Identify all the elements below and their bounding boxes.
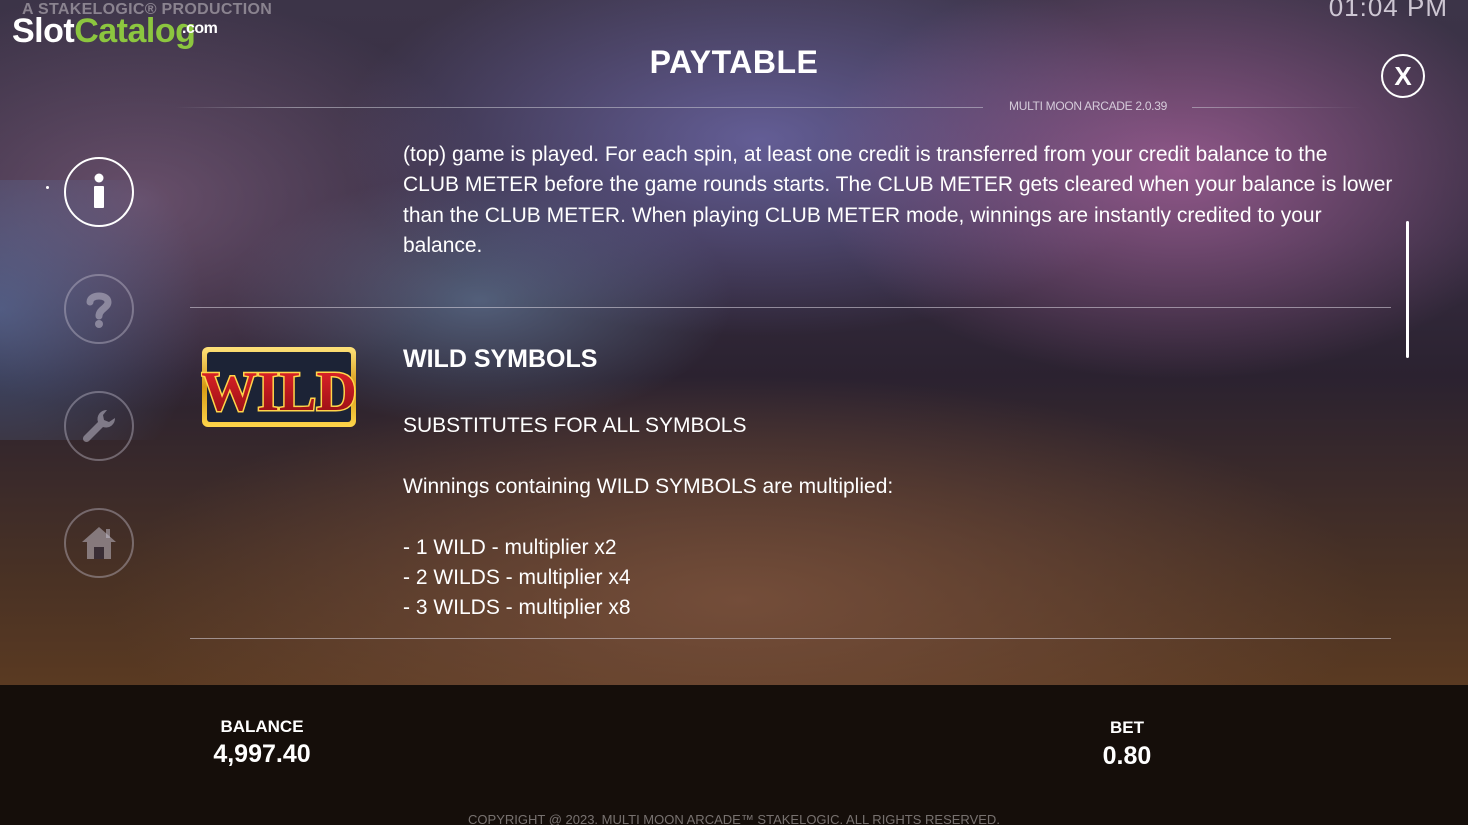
section-divider [190,638,1391,639]
multiplier-item: - 2 WILDS - multiplier x4 [403,566,631,589]
wild-section-title: WILD SYMBOLS [403,345,598,373]
balance-label: BALANCE [220,717,304,736]
wild-badge-text: WILD [201,361,357,423]
paragraph-line: CLUB METER before the game rounds starts… [403,173,1393,196]
scrollbar-thumb[interactable] [1406,221,1409,358]
divider-right [1192,107,1362,108]
page-title: PAYTABLE [649,44,819,80]
logo-com-text: .com [182,20,218,37]
wrench-icon [82,409,116,443]
paragraph-line: balance. [403,234,483,257]
close-button[interactable]: X [1381,54,1425,98]
copyright-text: COPYRIGHT @ 2023. MULTI MOON ARCADE™ STA… [468,812,1000,825]
wild-symbol-icon: WILD [201,347,357,427]
bet-value: 0.80 [1102,742,1152,770]
divider-left [175,107,983,108]
info-icon [94,173,104,208]
paragraph-line: than the CLUB METER. When playing CLUB M… [403,204,1322,227]
clock: 01:04 PM [1328,0,1448,22]
close-icon: X [1394,60,1412,91]
paragraph-line: (top) game is played. For each spin, at … [403,143,1328,166]
sidebar-item-help[interactable] [64,274,134,344]
balance-value: 4,997.40 [213,740,311,768]
sidebar-item-info[interactable] [64,157,134,227]
sidebar-item-settings[interactable] [64,391,134,461]
wild-intro: Winnings containing WILD SYMBOLS are mul… [403,475,894,498]
sidebar-item-home[interactable] [64,508,134,578]
active-indicator [46,186,49,189]
home-icon [82,527,116,559]
section-divider [190,307,1391,308]
wild-subtitle: SUBSTITUTES FOR ALL SYMBOLS [403,414,747,437]
multiplier-item: - 3 WILDS - multiplier x8 [403,596,631,619]
bet-label: BET [1110,718,1144,737]
question-icon [86,292,112,328]
multiplier-item: - 1 WILD - multiplier x2 [403,536,617,559]
version-label: MULTI MOON ARCADE 2.0.39 [1009,99,1167,113]
